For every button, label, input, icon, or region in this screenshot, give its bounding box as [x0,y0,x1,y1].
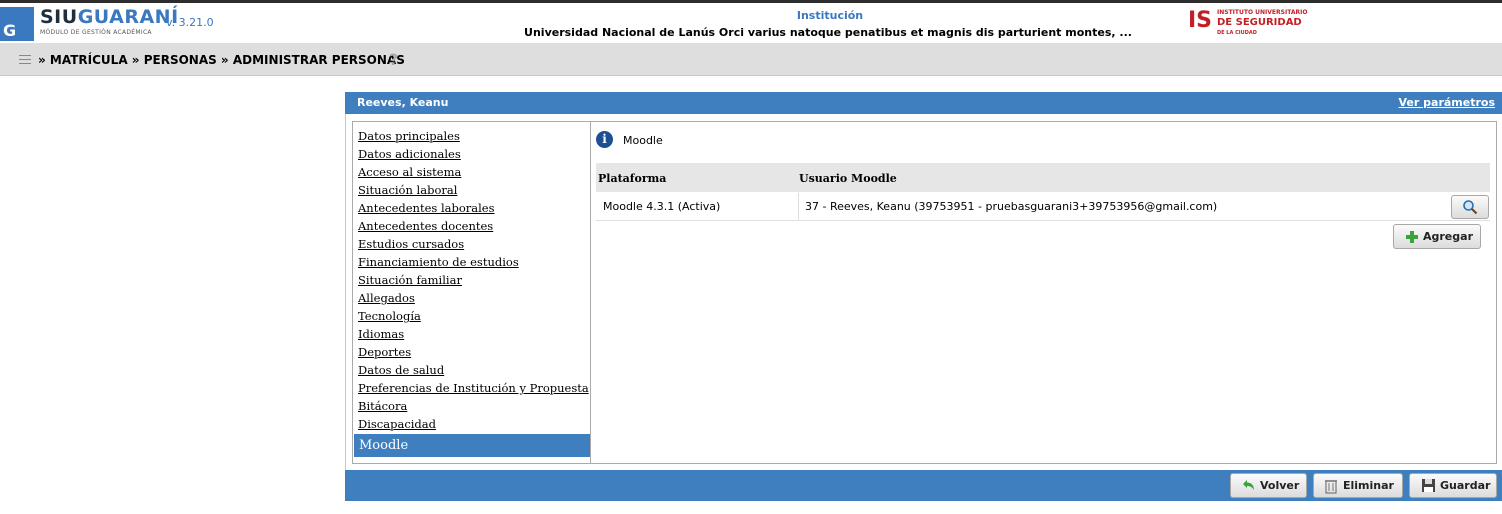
back-button-label: Volver [1260,479,1300,492]
sidebar-item-bitacora[interactable]: Bitácora [353,399,590,417]
sidebar-item-preferencias-de-institucion-y-propuesta[interactable]: Preferencias de Institución y Propuesta [353,381,590,399]
institution-logo-mark: IS [1188,8,1213,33]
sidebar-item-antecedentes-docentes[interactable]: Antecedentes docentes [353,219,590,237]
sidebar-item-deportes[interactable]: Deportes [353,345,590,363]
floppy-icon [1422,479,1435,492]
breadcrumb-bar: » MATRÍCULA » PERSONAS » ADMINISTRAR PER… [0,43,1502,76]
delete-button-label: Eliminar [1343,479,1394,492]
sidebar-item-idiomas[interactable]: Idiomas [353,327,590,345]
trash-icon [1325,480,1337,494]
cell-usuario: 37 - Reeves, Keanu (39753951 - pruebasgu… [805,200,1218,213]
arrow-back-icon [1243,480,1254,490]
sidebar-item-financiamiento-de-estudios[interactable]: Financiamiento de estudios [353,255,590,273]
back-button[interactable]: Volver [1230,473,1307,498]
cell-plataforma: Moodle 4.3.1 (Activa) [603,200,721,213]
add-button-label: Agregar [1423,230,1473,243]
sidebar-item-datos-de-salud[interactable]: Datos de salud [353,363,590,381]
delete-button[interactable]: Eliminar [1313,473,1403,498]
breadcrumb: » MATRÍCULA » PERSONAS » ADMINISTRAR PER… [38,53,405,67]
section-title: Moodle [623,134,663,147]
column-header-usuario: Usuario Moodle [799,172,897,185]
plus-icon [1406,231,1418,243]
save-button[interactable]: Guardar [1409,473,1497,498]
institution-logo-line3: DE LA CIUDAD [1217,30,1257,36]
menu-icon[interactable] [19,55,31,64]
person-name: Reeves, Keanu [357,96,449,109]
sidebar-nav: Datos principales Datos adicionales Acceso… [352,121,594,464]
sidebar-item-estudios-cursados[interactable]: Estudios cursados [353,237,590,255]
info-icon: i [596,131,613,148]
view-params-link[interactable]: Ver parámetros [1399,96,1495,109]
help-icon[interactable]: ? [389,50,398,69]
sidebar-item-acceso-al-sistema[interactable]: Acceso al sistema [353,165,590,183]
sidebar-item-antecedentes-laborales[interactable]: Antecedentes laborales [353,201,590,219]
top-header: G SIUGUARANÍ MÓDULO DE GESTIÓN ACADÉMICA… [0,0,1502,43]
table-header: Plataforma Usuario Moodle [596,163,1490,192]
sidebar-item-tecnologia[interactable]: Tecnología [353,309,590,327]
panel-header: Reeves, Keanu Ver parámetros [345,92,1502,114]
sidebar-item-datos-adicionales[interactable]: Datos adicionales [353,147,590,165]
search-button[interactable] [1451,195,1489,219]
search-icon [1463,200,1478,215]
sidebar-item-situacion-laboral[interactable]: Situación laboral [353,183,590,201]
table-row: Moodle 4.3.1 (Activa) 37 - Reeves, Keanu… [596,193,1490,221]
sidebar-item-moodle[interactable]: Moodle [354,434,594,457]
sidebar-item-datos-principales[interactable]: Datos principales [353,129,590,147]
sidebar-item-allegados[interactable]: Allegados [353,291,590,309]
sidebar-list: Datos principales Datos adicionales Acceso… [353,122,590,435]
institution-logo-line1: INSTITUTO UNIVERSITARIO [1217,9,1308,16]
save-button-label: Guardar [1440,479,1491,492]
column-header-plataforma: Plataforma [598,172,667,185]
sidebar-item-discapacidad[interactable]: Discapacidad [353,417,590,435]
sidebar-item-situacion-familiar[interactable]: Situación familiar [353,273,590,291]
add-button[interactable]: Agregar [1393,224,1481,249]
institution-logo-line2: DE SEGURIDAD [1217,17,1302,28]
institution-logo: IS INSTITUTO UNIVERSITARIO DE SEGURIDAD … [1184,6,1310,40]
